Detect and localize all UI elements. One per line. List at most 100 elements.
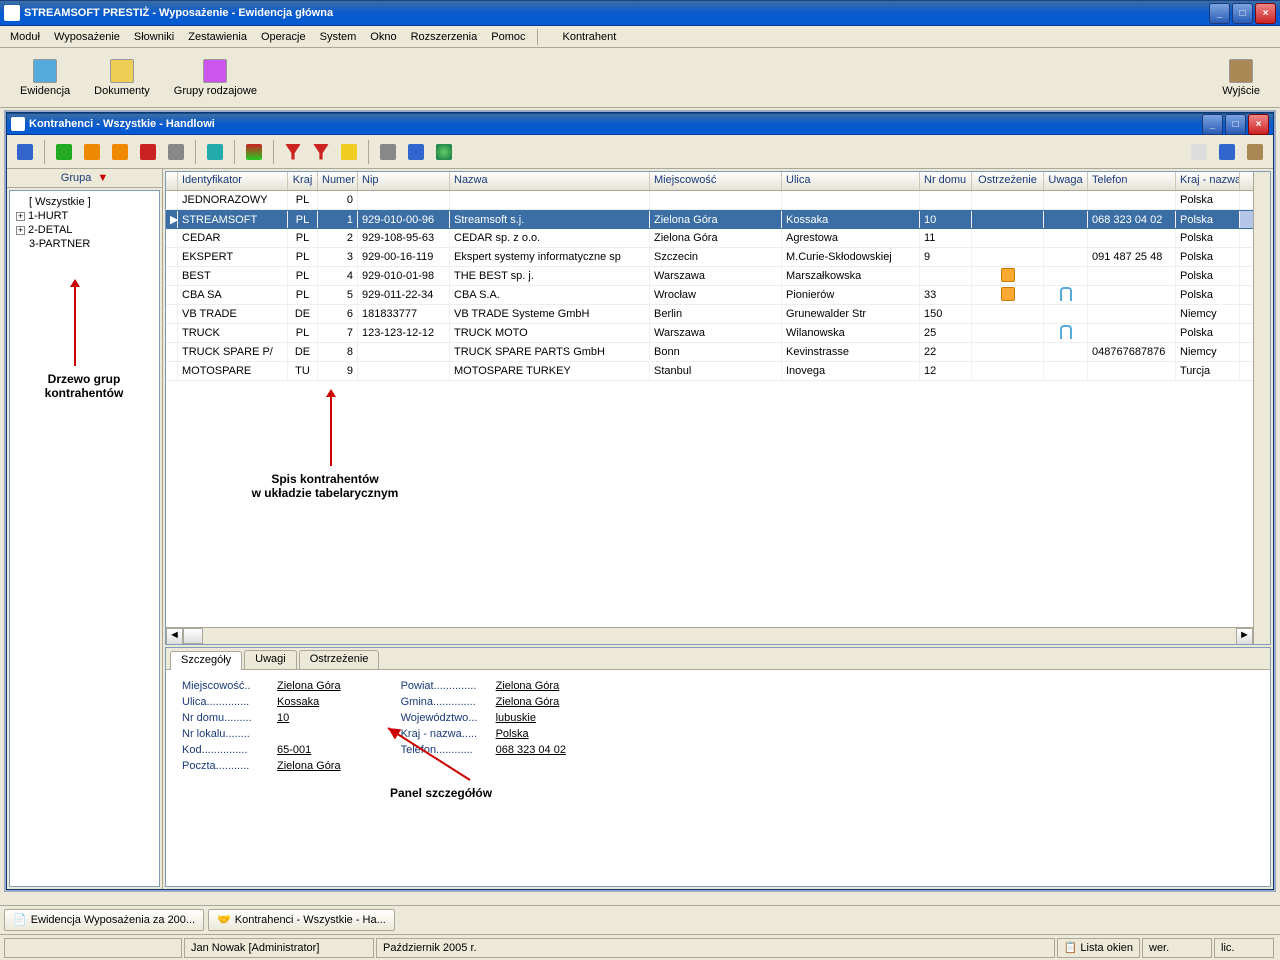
- tbtn-handshake[interactable]: [337, 140, 361, 164]
- child-toolbar: [7, 135, 1273, 169]
- child-close-button[interactable]: ×: [1248, 114, 1269, 135]
- detail-value: Kossaka: [277, 696, 319, 708]
- col-header[interactable]: Nazwa: [450, 172, 650, 190]
- table-row[interactable]: TRUCKPL 7123-123-12-12 TRUCK MOTOWarszaw…: [166, 324, 1253, 343]
- detail-row: Województwo...lubuskie: [401, 712, 566, 724]
- task-ewidencja[interactable]: 📄Ewidencja Wyposażenia za 200...: [4, 909, 204, 931]
- mdi-area: Kontrahenci - Wszystkie - Handlowi _ □ ×: [4, 110, 1276, 892]
- scroll-thumb[interactable]: [183, 628, 203, 644]
- task-kontrahenci[interactable]: 🤝Kontrahenci - Wszystkie - Ha...: [208, 909, 395, 931]
- menu-okno[interactable]: Okno: [364, 29, 402, 45]
- menu-system[interactable]: System: [314, 29, 363, 45]
- col-header[interactable]: Numer: [318, 172, 358, 190]
- detail-value: 65-001: [277, 744, 311, 756]
- grid-header[interactable]: IdentyfikatorKrajNumerNipNazwaMiejscowoś…: [166, 172, 1253, 191]
- restore-button[interactable]: □: [1232, 3, 1253, 24]
- scroll-right-icon[interactable]: ►: [1236, 628, 1253, 645]
- tbtn-filter[interactable]: [281, 140, 305, 164]
- tb-dokumenty[interactable]: Dokumenty: [82, 55, 162, 101]
- detail-value: Polska: [496, 728, 529, 740]
- tbtn-globe[interactable]: [432, 140, 456, 164]
- tbtn-sort[interactable]: [242, 140, 266, 164]
- menu-kontrahent[interactable]: Kontrahent: [556, 29, 622, 45]
- menu-zestawienia[interactable]: Zestawienia: [182, 29, 253, 45]
- tree-expand-icon[interactable]: +: [16, 212, 25, 221]
- table-row[interactable]: VB TRADEDE 6181833777 VB TRADE Systeme G…: [166, 305, 1253, 324]
- app-title: STREAMSOFT PRESTIŻ - Wyposażenie - Ewide…: [24, 7, 1209, 19]
- tree-item[interactable]: 3-PARTNER: [14, 237, 155, 251]
- detail-label: Województwo...: [401, 712, 496, 724]
- tb-ewidencja[interactable]: Ewidencja: [8, 55, 82, 101]
- tree-header[interactable]: Grupa▼: [7, 169, 162, 188]
- tbtn-grid[interactable]: [203, 140, 227, 164]
- col-header[interactable]: Telefon: [1088, 172, 1176, 190]
- group-tree[interactable]: [ Wszystkie ]+1-HURT+2-DETAL3-PARTNER: [9, 190, 160, 887]
- tbtn-edit[interactable]: [80, 140, 104, 164]
- tab-uwagi[interactable]: Uwagi: [244, 650, 297, 669]
- child-restore-button[interactable]: □: [1225, 114, 1246, 135]
- detail-value: Zielona Góra: [496, 680, 560, 692]
- close-button[interactable]: ×: [1255, 3, 1276, 24]
- status-user: Jan Nowak [Administrator]: [184, 938, 374, 958]
- col-header[interactable]: Nr domu: [920, 172, 972, 190]
- status-lista[interactable]: 📋 Lista okien: [1057, 938, 1140, 958]
- menu-wyposazenie[interactable]: Wyposażenie: [48, 29, 126, 45]
- col-header[interactable]: Identyfikator: [178, 172, 288, 190]
- menu-slowniki[interactable]: Słowniki: [128, 29, 180, 45]
- tb-wyjscie[interactable]: Wyjście: [1210, 55, 1272, 101]
- col-header[interactable]: Uwaga: [1044, 172, 1088, 190]
- tbtn-print[interactable]: [164, 140, 188, 164]
- status-wer: wer.: [1142, 938, 1212, 958]
- grid-body[interactable]: JEDNORAZOWYPL 0 Polska▶ STREAMSOFTPL 192…: [166, 191, 1253, 627]
- taskbar: 📄Ewidencja Wyposażenia za 200... 🤝Kontra…: [0, 905, 1280, 933]
- tab-szczegoly[interactable]: Szczegóły: [170, 651, 242, 670]
- table-row[interactable]: CEDARPL 2929-108-95-63 CEDAR sp. z o.o.Z…: [166, 229, 1253, 248]
- tree-item[interactable]: +1-HURT: [14, 209, 155, 223]
- tb-grupy[interactable]: Grupy rodzajowe: [162, 55, 269, 101]
- tbtn-add[interactable]: [52, 140, 76, 164]
- table-row[interactable]: BESTPL 4929-010-01-98 THE BEST sp. j.War…: [166, 267, 1253, 286]
- tree-item[interactable]: [ Wszystkie ]: [14, 195, 155, 209]
- detail-row: Telefon............068 323 04 02: [401, 744, 566, 756]
- tbtn-delete[interactable]: [136, 140, 160, 164]
- tree-panel: Grupa▼ [ Wszystkie ]+1-HURT+2-DETAL3-PAR…: [7, 169, 163, 889]
- table-row[interactable]: EKSPERTPL 3929-00-16-119 Ekspert systemy…: [166, 248, 1253, 267]
- tbtn-panel-icon[interactable]: [1215, 140, 1239, 164]
- tbtn-door-icon[interactable]: [1243, 140, 1267, 164]
- tbtn-filter2[interactable]: [309, 140, 333, 164]
- col-header[interactable]: Ostrzeżenie: [972, 172, 1044, 190]
- menu-operacje[interactable]: Operacje: [255, 29, 312, 45]
- table-row[interactable]: JEDNORAZOWYPL 0 Polska: [166, 191, 1253, 210]
- minimize-button[interactable]: _: [1209, 3, 1230, 24]
- table-row[interactable]: ▶ STREAMSOFTPL 1929-010-00-96 Streamsoft…: [166, 210, 1253, 229]
- col-header[interactable]: Kraj: [288, 172, 318, 190]
- tbtn-users[interactable]: [404, 140, 428, 164]
- tbtn-view[interactable]: [13, 140, 37, 164]
- tbtn-export[interactable]: [376, 140, 400, 164]
- attachment-icon: [1060, 287, 1072, 301]
- tab-ostrzezenie[interactable]: Ostrzeżenie: [299, 650, 380, 669]
- horizontal-scrollbar[interactable]: ◄ ►: [166, 627, 1253, 644]
- menu-modul[interactable]: Moduł: [4, 29, 46, 45]
- col-header[interactable]: Nip: [358, 172, 450, 190]
- col-header[interactable]: Ulica: [782, 172, 920, 190]
- col-header[interactable]: Miejscowość: [650, 172, 782, 190]
- vertical-scrollbar[interactable]: [1253, 172, 1270, 644]
- detail-row: Kod...............65-001: [182, 744, 341, 756]
- detail-value: Zielona Góra: [277, 680, 341, 692]
- tree-item[interactable]: +2-DETAL: [14, 223, 155, 237]
- tbtn-copy[interactable]: [108, 140, 132, 164]
- col-header[interactable]: Kraj - nazwa: [1176, 172, 1240, 190]
- tree-expand-icon[interactable]: +: [16, 226, 25, 235]
- table-row[interactable]: TRUCK SPARE P/DE 8 TRUCK SPARE PARTS Gmb…: [166, 343, 1253, 362]
- child-minimize-button[interactable]: _: [1202, 114, 1223, 135]
- table-row[interactable]: CBA SAPL 5929-011-22-34 CBA S.A.Wrocław …: [166, 286, 1253, 305]
- detail-value: lubuskie: [496, 712, 536, 724]
- table-row[interactable]: MOTOSPARETU 9 MOTOSPARE TURKEYStanbul In…: [166, 362, 1253, 381]
- menu-pomoc[interactable]: Pomoc: [485, 29, 531, 45]
- scroll-left-icon[interactable]: ◄: [166, 628, 183, 645]
- warning-icon: [1001, 287, 1015, 301]
- list-icon: 📋: [1064, 941, 1078, 954]
- menu-rozszerzenia[interactable]: Rozszerzenia: [405, 29, 484, 45]
- tbtn-menu-icon[interactable]: [1187, 140, 1211, 164]
